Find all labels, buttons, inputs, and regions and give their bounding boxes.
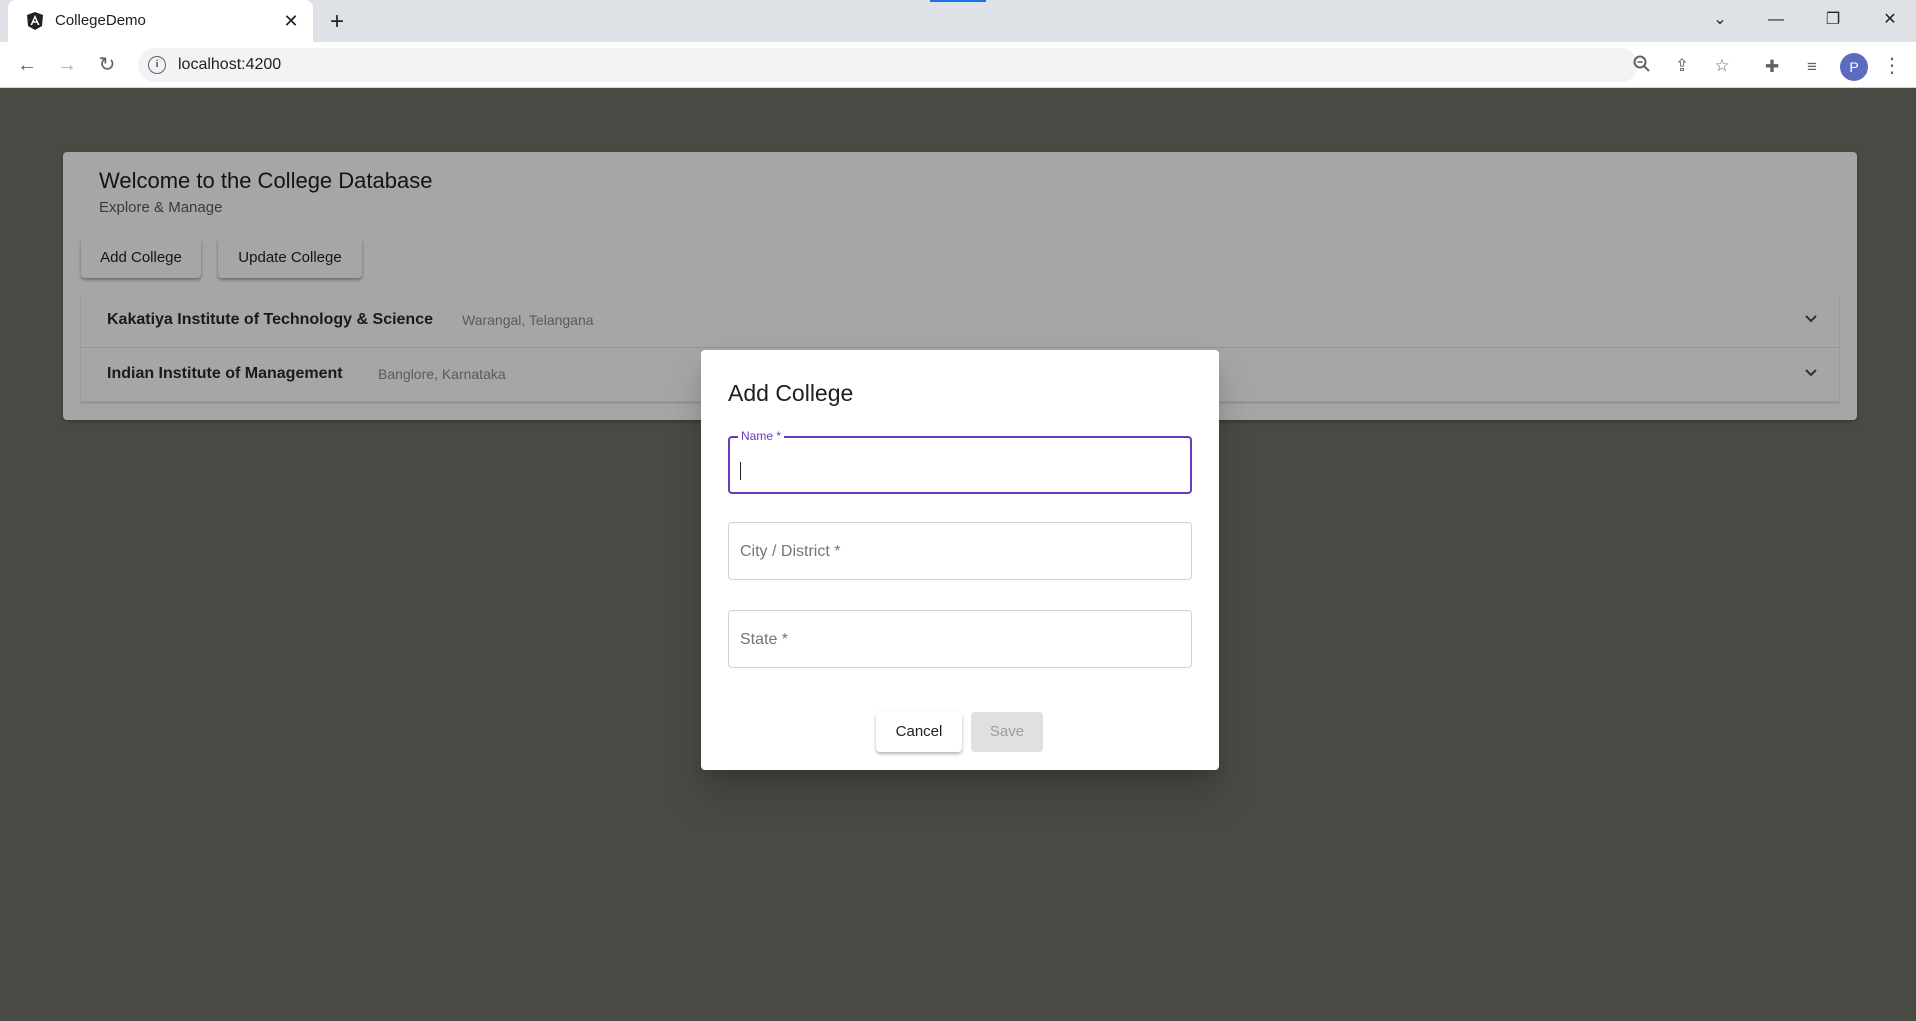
site-info-icon[interactable]: i <box>148 56 166 74</box>
angular-logo-icon <box>25 11 45 31</box>
new-tab-icon[interactable]: + <box>323 9 351 35</box>
cancel-button[interactable]: Cancel <box>876 712 962 752</box>
college-panel[interactable]: Kakatiya Institute of Technology & Scien… <box>81 294 1839 348</box>
restore-icon[interactable]: ❐ <box>1813 6 1853 34</box>
city-district-field[interactable]: City / District * <box>728 522 1192 580</box>
browser-tab-bar: CollegeDemo ✕ + ⌄ — ❐ ✕ <box>0 0 1916 42</box>
extensions-puzzle-icon[interactable]: ✚ <box>1761 56 1783 78</box>
dialog-title: Add College <box>728 380 854 406</box>
text-caret <box>740 462 741 480</box>
save-button[interactable]: Save <box>971 712 1043 752</box>
add-college-dialog: Add College Name * City / District * Sta… <box>701 350 1219 770</box>
add-college-button[interactable]: Add College <box>81 238 201 278</box>
close-tab-icon[interactable]: ✕ <box>280 10 302 32</box>
chevron-down-icon[interactable] <box>1801 364 1821 384</box>
minimize-icon[interactable]: — <box>1756 6 1796 34</box>
media-queue-icon[interactable]: ≡ <box>1801 56 1823 78</box>
close-window-icon[interactable]: ✕ <box>1870 6 1910 34</box>
update-college-button[interactable]: Update College <box>218 238 362 278</box>
name-field-label: Name * <box>738 429 785 443</box>
state-field[interactable]: State * <box>728 610 1192 668</box>
zoom-icon[interactable] <box>1630 54 1654 78</box>
forward-arrow-icon[interactable]: → <box>52 50 82 80</box>
page-subtitle: Explore & Manage <box>99 199 223 216</box>
url-text[interactable]: localhost:4200 <box>178 56 281 74</box>
profile-avatar[interactable]: P <box>1840 53 1868 81</box>
back-arrow-icon[interactable]: ← <box>12 50 42 80</box>
browser-menu-icon[interactable]: ⋮ <box>1882 51 1902 81</box>
college-location: Banglore, Karnataka <box>378 366 506 382</box>
browser-tab[interactable]: CollegeDemo ✕ <box>8 0 313 42</box>
reload-icon[interactable]: ↻ <box>92 50 122 80</box>
college-name: Indian Institute of Management <box>107 365 343 382</box>
address-bar[interactable]: i localhost:4200 ⇪ ☆ <box>138 48 1730 82</box>
city-district-label: City / District * <box>740 543 841 560</box>
college-name: Kakatiya Institute of Technology & Scien… <box>107 311 433 328</box>
tab-title: CollegeDemo <box>55 12 146 29</box>
college-location: Warangal, Telangana <box>462 312 594 328</box>
chevron-down-icon[interactable] <box>1801 310 1821 330</box>
state-label: State * <box>740 631 789 648</box>
browser-toolbar: ← → ↻ i localhost:4200 ⇪ ☆ ✚ ≡ <box>0 42 1916 88</box>
tab-search-icon[interactable]: ⌄ <box>1700 6 1740 34</box>
share-icon[interactable]: ⇪ <box>1670 54 1694 78</box>
name-field[interactable]: Name * <box>728 429 1192 494</box>
bookmark-star-icon[interactable]: ☆ <box>1710 54 1734 78</box>
page-title: Welcome to the College Database <box>99 168 433 193</box>
tab-strip-indicator <box>930 0 986 2</box>
